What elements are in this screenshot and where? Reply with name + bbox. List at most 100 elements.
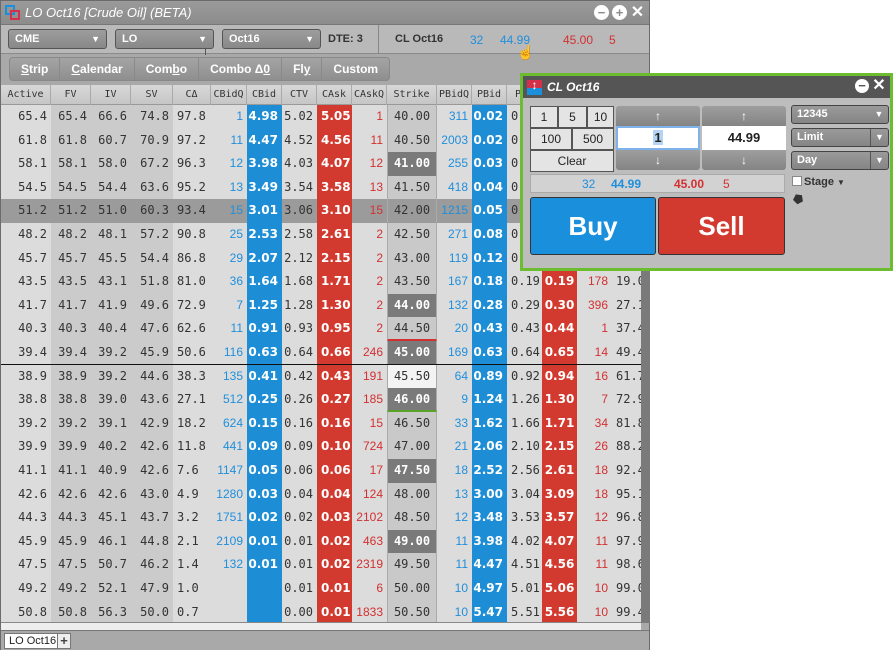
price-input[interactable]: 44.99: [702, 126, 786, 150]
cell-strike[interactable]: 50.50: [387, 600, 437, 623]
cell-cbid[interactable]: 0.02: [247, 506, 282, 530]
cell-pbid[interactable]: 3.00: [472, 482, 507, 507]
cell-cask[interactable]: 0.06: [317, 459, 352, 483]
cell-cbid[interactable]: 2.07: [247, 246, 282, 271]
cell-strike[interactable]: 40.00: [387, 105, 437, 129]
cell-strike[interactable]: 48.00: [387, 482, 437, 507]
qty-500-button[interactable]: 500: [572, 128, 614, 150]
maximize-icon[interactable]: +: [612, 5, 627, 20]
table-row[interactable]: 38.8 38.8 39.0 43.6 27.1 512 0.25 0.26 0.27 185 46…: [1, 388, 641, 412]
caret-down-icon[interactable]: ▼: [837, 178, 845, 187]
cell-strike[interactable]: 46.50: [387, 411, 437, 436]
cell-strike[interactable]: 47.00: [387, 435, 437, 459]
product-select[interactable]: LO ▼: [115, 29, 214, 49]
cell-strike[interactable]: 47.50: [387, 459, 437, 483]
table-row[interactable]: 41.1 41.1 40.9 42.6 7.6 1147 0.05 0.06 0.06 17 47.…: [1, 459, 641, 483]
cell-cask[interactable]: 1.30: [317, 293, 352, 318]
cell-cask[interactable]: 0.01: [317, 577, 352, 601]
buy-button[interactable]: Buy: [530, 197, 656, 255]
cell-pask[interactable]: 5.56: [542, 600, 577, 623]
column-header-cbid[interactable]: CBid: [247, 85, 282, 105]
cell-pbid[interactable]: 0.63: [472, 341, 507, 365]
qty-100-button[interactable]: 100: [530, 128, 572, 150]
account-select[interactable]: 12345 ▼: [791, 105, 889, 124]
cell-cask[interactable]: 3.58: [317, 175, 352, 200]
cell-strike[interactable]: 42.00: [387, 199, 437, 223]
table-row[interactable]: 39.9 39.9 40.2 42.6 11.8 441 0.09 0.09 0.10 724 47…: [1, 435, 641, 459]
cell-pbid[interactable]: 0.02: [472, 105, 507, 129]
add-tab-button[interactable]: +: [57, 633, 71, 649]
cell-pask[interactable]: 3.57: [542, 506, 577, 530]
cell-pbid[interactable]: 0.43: [472, 317, 507, 341]
cell-pbid[interactable]: 1.62: [472, 411, 507, 436]
cell-pbid[interactable]: 3.98: [472, 529, 507, 554]
cell-cbid[interactable]: 3.98: [247, 152, 282, 176]
cell-pbid[interactable]: 0.03: [472, 152, 507, 176]
strategy-button-custom[interactable]: Custom: [322, 58, 389, 80]
cell-cbid[interactable]: 3.49: [247, 175, 282, 200]
table-row[interactable]: 47.5 47.5 50.7 46.2 1.4 132 0.01 0.01 0.02 2319 49…: [1, 553, 641, 577]
cell-pask[interactable]: 1.71: [542, 411, 577, 436]
table-row[interactable]: 41.7 41.7 41.9 49.6 72.9 7 1.25 1.28 1.30 2 44.00 1…: [1, 293, 641, 318]
qty-down-arrow-icon[interactable]: ↓: [616, 150, 700, 170]
cell-strike[interactable]: 43.00: [387, 246, 437, 271]
cell-pbid[interactable]: 1.24: [472, 388, 507, 412]
minimize-icon[interactable]: −: [855, 79, 869, 93]
exchange-select[interactable]: CME ▼: [8, 29, 107, 49]
qty-10-button[interactable]: 10: [587, 106, 614, 128]
cell-strike[interactable]: 45.50: [387, 364, 437, 389]
cell-cbid[interactable]: 0.25: [247, 388, 282, 412]
cell-cask[interactable]: 5.05: [317, 105, 352, 129]
sell-button[interactable]: Sell: [658, 197, 785, 255]
cell-pbid[interactable]: 2.06: [472, 435, 507, 459]
clear-button[interactable]: Clear: [530, 150, 614, 172]
cell-pbid[interactable]: 4.47: [472, 553, 507, 577]
cell-strike[interactable]: 44.00: [387, 293, 437, 318]
ticket-ask[interactable]: 45.00: [674, 177, 704, 191]
close-icon[interactable]: ✕: [630, 5, 645, 21]
cell-cask[interactable]: 0.43: [317, 364, 352, 389]
table-row[interactable]: 38.9 38.9 39.2 44.6 38.3 135 0.41 0.42 0.43 191 45…: [1, 364, 641, 389]
cell-strike[interactable]: 40.50: [387, 128, 437, 153]
price-up-arrow-icon[interactable]: ↑: [702, 106, 786, 126]
cell-pask[interactable]: 3.09: [542, 482, 577, 507]
cell-pask[interactable]: 1.30: [542, 388, 577, 412]
cell-cbid[interactable]: 1.25: [247, 293, 282, 318]
cell-cbid[interactable]: 0.03: [247, 482, 282, 507]
cell-cask[interactable]: 3.10: [317, 199, 352, 223]
cell-strike[interactable]: 41.00: [387, 152, 437, 176]
cell-cbid[interactable]: 3.01: [247, 199, 282, 223]
cell-cask[interactable]: 0.02: [317, 529, 352, 554]
cell-cbid[interactable]: 0.91: [247, 317, 282, 341]
cell-cask[interactable]: 0.04: [317, 482, 352, 507]
strategy-button-combo[interactable]: Combo: [135, 58, 200, 80]
minimize-icon[interactable]: −: [594, 5, 609, 20]
cell-cask[interactable]: 0.16: [317, 411, 352, 436]
strategy-button-combo-0[interactable]: Combo Δ0: [199, 58, 283, 80]
table-row[interactable]: 44.3 44.3 45.1 43.7 3.2 1751 0.02 0.02 0.03 2102 4…: [1, 506, 641, 530]
column-header-cd[interactable]: CΔ: [173, 85, 211, 105]
cell-pask[interactable]: 0.94: [542, 364, 577, 389]
cell-cask[interactable]: 2.15: [317, 246, 352, 271]
column-header-ctv[interactable]: CTV: [282, 85, 317, 105]
cell-strike[interactable]: 48.50: [387, 506, 437, 530]
column-header-strike[interactable]: Strike: [387, 85, 437, 105]
column-header-iv[interactable]: IV: [91, 85, 131, 105]
cell-pask[interactable]: 2.15: [542, 435, 577, 459]
column-header-pbidq[interactable]: PBidQ: [437, 85, 472, 105]
strategy-button-strip[interactable]: Strip: [10, 58, 61, 80]
cell-pbid[interactable]: 5.47: [472, 600, 507, 623]
column-header-active[interactable]: Active: [1, 85, 51, 105]
stage-checkbox[interactable]: [792, 176, 802, 186]
cell-strike[interactable]: 42.50: [387, 223, 437, 247]
cell-cask[interactable]: 0.10: [317, 435, 352, 459]
cell-cbid[interactable]: 0.05: [247, 459, 282, 483]
cell-cask[interactable]: 4.56: [317, 128, 352, 153]
cell-strike[interactable]: 49.50: [387, 553, 437, 577]
expiry-select[interactable]: Oct16 ▼: [222, 29, 321, 49]
cell-pbid[interactable]: 0.89: [472, 364, 507, 389]
cell-strike[interactable]: 45.00: [387, 341, 437, 365]
cell-strike[interactable]: 49.00: [387, 529, 437, 554]
cell-pbid[interactable]: 3.48: [472, 506, 507, 530]
price-down-arrow-icon[interactable]: ↓: [702, 150, 786, 170]
